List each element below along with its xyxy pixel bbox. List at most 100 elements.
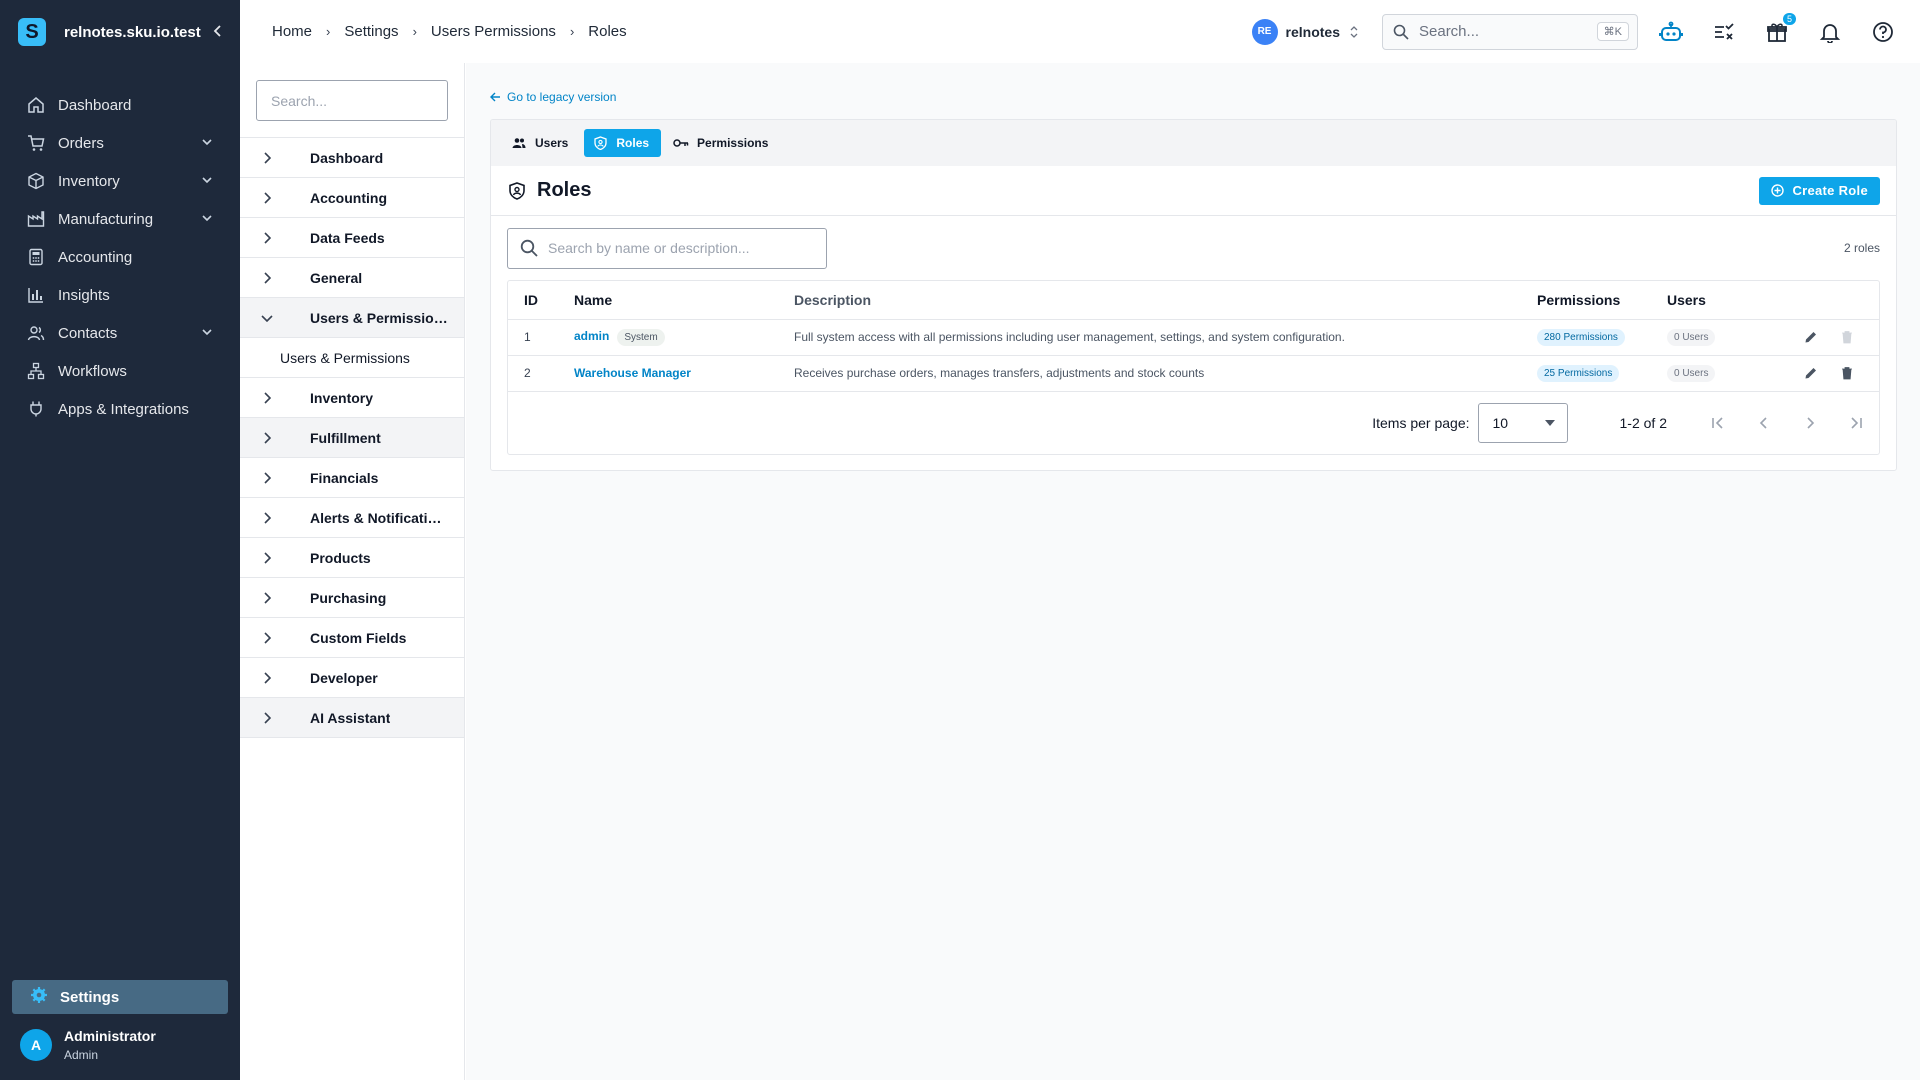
section-label: General <box>310 269 363 286</box>
nav-item-manufacturing[interactable]: Manufacturing <box>0 200 240 238</box>
pencil-icon <box>1805 368 1816 379</box>
section-label: AI Assistant <box>310 709 391 726</box>
nav-item-dashboard[interactable]: Dashboard <box>0 86 240 124</box>
collapse-sidebar-button[interactable] <box>210 24 226 40</box>
column-header-permissions[interactable]: Permissions <box>1537 281 1667 320</box>
breadcrumb-settings[interactable]: Settings <box>344 23 398 40</box>
column-header-description[interactable]: Description <box>794 281 1537 320</box>
create-role-button[interactable]: Create Role <box>1759 176 1880 205</box>
ai-assistant-button[interactable] <box>1658 19 1684 45</box>
permissions-count-badge[interactable]: 25 Permissions <box>1537 364 1620 382</box>
nav-item-insights[interactable]: Insights <box>0 276 240 314</box>
roles-panel: Users Roles Permissions Roles Create Rol… <box>490 119 1897 471</box>
brand-header: S relnotes.sku.io.test <box>0 0 240 64</box>
settings-section-ai-assistant[interactable]: AI Assistant <box>240 698 464 738</box>
settings-label: Settings <box>60 988 120 1006</box>
brand-logo[interactable]: S <box>18 18 46 46</box>
nav-label: Accounting <box>58 248 133 266</box>
settings-section-products[interactable]: Products <box>240 538 464 578</box>
nav-label: Contacts <box>58 324 118 342</box>
chevron-down-icon <box>200 173 216 189</box>
breadcrumb-users-permissions[interactable]: Users Permissions <box>431 23 556 40</box>
tab-roles[interactable]: Roles <box>584 129 662 157</box>
settings-section-general[interactable]: General <box>240 258 464 298</box>
settings-section-inventory[interactable]: Inventory <box>240 378 464 418</box>
nav-item-workflows[interactable]: Workflows <box>0 352 240 390</box>
role-id: 2 <box>508 355 574 392</box>
tasks-button[interactable] <box>1711 19 1737 45</box>
contacts-icon <box>26 323 46 343</box>
chevron-right-icon <box>260 711 274 725</box>
nav-label: Dashboard <box>58 96 132 114</box>
settings-section-data-feeds[interactable]: Data Feeds <box>240 218 464 258</box>
avatar: A <box>20 1029 52 1061</box>
delete-role-button[interactable] <box>1839 365 1855 381</box>
column-header-users[interactable]: Users <box>1667 281 1777 320</box>
first-page-button[interactable] <box>1707 412 1729 434</box>
column-header-id[interactable]: ID <box>508 281 574 320</box>
section-label: Products <box>310 549 371 566</box>
table-row[interactable]: 1 admin System Full system access with al… <box>508 319 1879 356</box>
section-label: Custom Fields <box>310 629 407 646</box>
breadcrumb-home[interactable]: Home <box>272 23 312 40</box>
create-role-label: Create Role <box>1792 183 1868 198</box>
legacy-version-link[interactable]: Go to legacy version <box>490 90 616 104</box>
current-user[interactable]: A Administrator Admin <box>0 1014 240 1080</box>
tab-permissions[interactable]: Permissions <box>665 129 780 157</box>
account-switcher[interactable]: RE relnotes <box>1251 18 1358 45</box>
section-label: Developer <box>310 669 378 686</box>
column-header-name[interactable]: Name <box>574 281 794 320</box>
role-users-cell: 0 Users <box>1667 319 1777 356</box>
shield-icon <box>509 181 527 200</box>
nav-item-orders[interactable]: Orders <box>0 124 240 162</box>
delete-role-button-disabled <box>1839 329 1855 345</box>
role-id: 1 <box>508 319 574 356</box>
edit-role-button[interactable] <box>1803 365 1819 381</box>
settings-section-dashboard[interactable]: Dashboard <box>240 138 464 178</box>
settings-section-developer[interactable]: Developer <box>240 658 464 698</box>
settings-section-alerts-notifications[interactable]: Alerts & Notifications <box>240 498 464 538</box>
trash-icon <box>1842 331 1852 344</box>
settings-section-fulfillment[interactable]: Fulfillment <box>240 418 464 458</box>
role-name-link[interactable]: Warehouse Manager <box>574 366 691 380</box>
nav-item-apps-integrations[interactable]: Apps & Integrations <box>0 390 240 428</box>
tab-users[interactable]: Users <box>503 129 580 157</box>
table-row[interactable]: 2 Warehouse Manager Receives purchase or… <box>508 355 1879 392</box>
notification-count-badge: 5 <box>1782 12 1796 25</box>
previous-page-button[interactable] <box>1753 412 1775 434</box>
notifications-button[interactable] <box>1817 19 1843 45</box>
role-search-input[interactable]: Search by name or description... <box>507 227 827 269</box>
home-icon <box>26 95 46 115</box>
nav-item-settings[interactable]: Settings <box>12 980 228 1014</box>
chevron-down-icon <box>200 211 216 227</box>
settings-section-financials[interactable]: Financials <box>240 458 464 498</box>
cart-icon <box>26 133 46 153</box>
items-per-page-select[interactable]: 10 <box>1477 402 1568 443</box>
settings-section-purchasing[interactable]: Purchasing <box>240 578 464 618</box>
breadcrumb: Home › Settings › Users Permissions › Ro… <box>272 23 1252 40</box>
settings-subsection-users-permissions[interactable]: Users & Permissions <box>240 338 464 378</box>
panel-header: Roles Create Role <box>491 166 1896 216</box>
chevron-right-icon <box>260 671 274 685</box>
help-button[interactable] <box>1870 19 1896 45</box>
pagination: Items per page: 10 1-2 of 2 <box>508 392 1879 454</box>
settings-section-accounting[interactable]: Accounting <box>240 178 464 218</box>
nav-item-accounting[interactable]: Accounting <box>0 238 240 276</box>
nav-item-contacts[interactable]: Contacts <box>0 314 240 352</box>
settings-section-users-permissions[interactable]: Users & Permissions <box>240 298 464 338</box>
nav-label: Inventory <box>58 172 120 190</box>
pencil-icon <box>1805 332 1816 343</box>
settings-search-input[interactable]: Search... <box>256 80 448 121</box>
edit-role-button[interactable] <box>1803 329 1819 345</box>
subsection-label: Users & Permissions <box>280 349 410 366</box>
role-name-link[interactable]: admin <box>574 329 609 343</box>
global-search-input[interactable]: Search... ⌘K <box>1382 13 1638 50</box>
settings-sections: Dashboard Accounting Data Feeds General … <box>240 137 464 738</box>
nav-item-inventory[interactable]: Inventory <box>0 162 240 200</box>
settings-section-custom-fields[interactable]: Custom Fields <box>240 618 464 658</box>
whats-new-button[interactable]: 5 <box>1764 12 1796 45</box>
unfold-icon <box>1350 25 1358 39</box>
permissions-count-badge[interactable]: 280 Permissions <box>1537 328 1625 346</box>
next-page-button[interactable] <box>1799 412 1821 434</box>
last-page-button[interactable] <box>1845 412 1867 434</box>
